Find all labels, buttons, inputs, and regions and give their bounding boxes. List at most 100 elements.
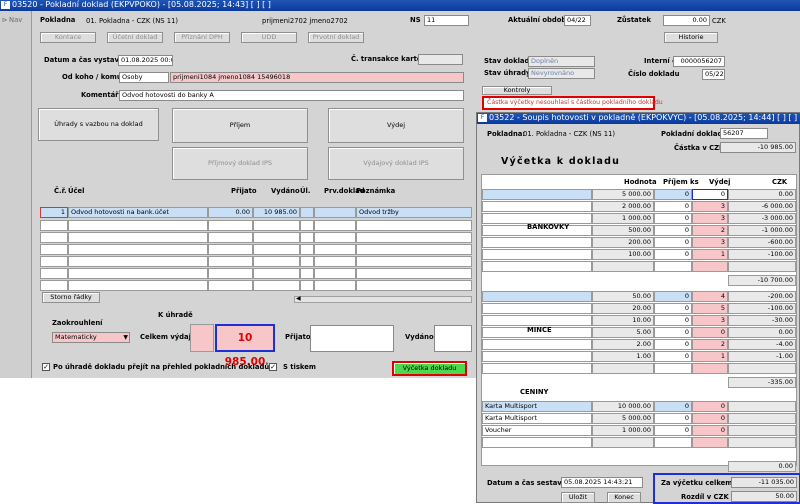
table-cell-empty[interactable] bbox=[253, 256, 300, 267]
denom-cell-vydej[interactable]: 0 bbox=[692, 327, 728, 338]
cell-ul[interactable] bbox=[300, 207, 314, 218]
transakce-field[interactable] bbox=[418, 54, 463, 65]
cell-prv[interactable] bbox=[314, 207, 356, 218]
denom-cell-vydej[interactable]: 3 bbox=[692, 237, 728, 248]
historie-button[interactable]: Historie bbox=[664, 32, 718, 43]
denom-cell-prijem[interactable]: 0 bbox=[654, 425, 692, 436]
storno-button[interactable]: Storno řádky bbox=[42, 292, 100, 303]
denom-cell-prijem[interactable]: 0 bbox=[654, 189, 692, 200]
denom-row[interactable]: 100.00 0 1 -100.00 bbox=[482, 249, 798, 260]
table-row-empty[interactable] bbox=[40, 244, 472, 255]
vydej-button[interactable]: Výdej bbox=[328, 108, 464, 143]
table-cell-empty[interactable] bbox=[253, 232, 300, 243]
vydano-field[interactable] bbox=[434, 325, 472, 352]
table-cell-empty[interactable] bbox=[356, 232, 472, 243]
denom-row[interactable]: Karta Multisport 10 000.00 0 0 bbox=[482, 401, 798, 412]
denom-cell-prijem[interactable]: 0 bbox=[654, 213, 692, 224]
cell-cr[interactable]: 1 bbox=[40, 207, 68, 218]
denom-cell-vydej[interactable]: 5 bbox=[692, 303, 728, 314]
denom-cell-vydej[interactable]: 1 bbox=[692, 249, 728, 260]
denom-cell-prijem[interactable]: 0 bbox=[654, 237, 692, 248]
komentar-field[interactable]: Odvod hotovosti do banky A bbox=[119, 90, 464, 101]
table-cell-empty[interactable] bbox=[300, 220, 314, 231]
denom-cell-prijem[interactable]: 0 bbox=[654, 327, 692, 338]
table-cell-empty[interactable] bbox=[40, 220, 68, 231]
table-row-empty[interactable] bbox=[40, 268, 472, 279]
datum-field[interactable]: 01.08.2025 00:00 bbox=[118, 55, 173, 66]
kontace-button[interactable]: Kontace bbox=[40, 32, 96, 43]
nav-icon[interactable]: ⊳ bbox=[2, 16, 8, 24]
table-cell-empty[interactable] bbox=[208, 220, 253, 231]
table-cell-empty[interactable] bbox=[314, 220, 356, 231]
table-cell-empty[interactable] bbox=[40, 268, 68, 279]
prijem-button[interactable]: Příjem bbox=[172, 108, 308, 143]
denom-cell-vydej[interactable]: 4 bbox=[692, 291, 728, 302]
table-cell-empty[interactable] bbox=[356, 280, 472, 291]
denom-cell-prijem[interactable] bbox=[654, 261, 692, 272]
ns-field[interactable]: 11 bbox=[424, 15, 469, 26]
denom-cell-prijem[interactable] bbox=[654, 363, 692, 374]
nav-label[interactable]: Nav bbox=[9, 16, 22, 24]
table-row-empty[interactable] bbox=[40, 256, 472, 267]
denom-row[interactable]: Voucher 1 000.00 0 0 bbox=[482, 425, 798, 436]
table-cell-empty[interactable] bbox=[300, 280, 314, 291]
denom-cell-prijem[interactable]: 0 bbox=[654, 315, 692, 326]
priznani-dph-button[interactable]: Přiznání DPH bbox=[174, 32, 230, 43]
denom-row[interactable] bbox=[482, 437, 798, 448]
denom-cell-prijem[interactable]: 0 bbox=[654, 401, 692, 412]
denom-cell-vydej[interactable]: 0 bbox=[692, 413, 728, 424]
cell-prijato[interactable]: 0.00 bbox=[208, 207, 253, 218]
table-cell-empty[interactable] bbox=[68, 220, 208, 231]
table-cell-empty[interactable] bbox=[356, 256, 472, 267]
table-cell-empty[interactable] bbox=[68, 232, 208, 243]
denom-cell-vydej[interactable]: 0 bbox=[692, 425, 728, 436]
table-cell-empty[interactable] bbox=[68, 256, 208, 267]
table-cell-empty[interactable] bbox=[253, 244, 300, 255]
denom-cell-prijem[interactable]: 0 bbox=[654, 351, 692, 362]
table-cell-empty[interactable] bbox=[314, 268, 356, 279]
kontroly-button[interactable]: Kontroly bbox=[482, 86, 552, 95]
denom-row[interactable]: 1.00 0 1 -1.00 bbox=[482, 351, 798, 362]
uhrady-button[interactable]: Úhrady s vazbou na doklad bbox=[38, 108, 159, 141]
denom-cell-vydej[interactable] bbox=[692, 363, 728, 374]
denom-row[interactable]: 20.00 0 5 -100.00 bbox=[482, 303, 798, 314]
scroll-left-icon[interactable]: ◀ bbox=[296, 295, 301, 302]
table-cell-empty[interactable] bbox=[208, 268, 253, 279]
denom-cell-prijem[interactable]: 0 bbox=[654, 225, 692, 236]
denom-cell-vydej[interactable]: 2 bbox=[692, 339, 728, 350]
horizontal-scrollbar[interactable]: ◀ bbox=[294, 295, 472, 303]
table-cell-empty[interactable] bbox=[40, 256, 68, 267]
denom-cell-vydej[interactable]: 2 bbox=[692, 225, 728, 236]
table-cell-empty[interactable] bbox=[40, 280, 68, 291]
obdobi-field[interactable]: 04/22 bbox=[564, 15, 591, 26]
denom-cell-prijem[interactable]: 0 bbox=[654, 413, 692, 424]
table-cell-empty[interactable] bbox=[300, 268, 314, 279]
zaokrouhleni-select[interactable]: Matematicky ▼ bbox=[52, 332, 130, 343]
table-cell-empty[interactable] bbox=[314, 244, 356, 255]
table-cell-empty[interactable] bbox=[356, 268, 472, 279]
table-cell-empty[interactable] bbox=[68, 280, 208, 291]
denom-cell-vydej[interactable] bbox=[692, 437, 728, 448]
denom-cell-vydej[interactable]: 0 bbox=[692, 189, 728, 200]
denom-row[interactable] bbox=[482, 363, 798, 374]
table-row[interactable]: 1 Odvod hotovosti na bank.účet 0.00 10 9… bbox=[40, 207, 472, 218]
denom-cell-prijem[interactable] bbox=[654, 437, 692, 448]
denom-cell-vydej[interactable]: 3 bbox=[692, 213, 728, 224]
prehled-checkbox[interactable]: ✓ bbox=[42, 363, 50, 371]
table-row-empty[interactable] bbox=[40, 220, 472, 231]
denom-cell-vydej[interactable]: 3 bbox=[692, 201, 728, 212]
table-cell-empty[interactable] bbox=[300, 256, 314, 267]
tisk-checkbox[interactable]: ✓ bbox=[269, 363, 277, 371]
table-cell-empty[interactable] bbox=[356, 244, 472, 255]
table-cell-empty[interactable] bbox=[253, 220, 300, 231]
table-row-empty[interactable] bbox=[40, 280, 472, 291]
udd-button[interactable]: UDD bbox=[241, 32, 297, 43]
denom-row[interactable]: 200.00 0 3 -600.00 bbox=[482, 237, 798, 248]
table-cell-empty[interactable] bbox=[40, 244, 68, 255]
table-cell-empty[interactable] bbox=[68, 268, 208, 279]
odkoho-field[interactable]: prijmeni1084 jmeno1084 15496018 bbox=[170, 72, 464, 83]
denom-row[interactable]: 50.00 0 4 -200.00 bbox=[482, 291, 798, 302]
table-cell-empty[interactable] bbox=[314, 280, 356, 291]
denom-row[interactable]: 2.00 0 2 -4.00 bbox=[482, 339, 798, 350]
denom-cell-prijem[interactable]: 0 bbox=[654, 201, 692, 212]
